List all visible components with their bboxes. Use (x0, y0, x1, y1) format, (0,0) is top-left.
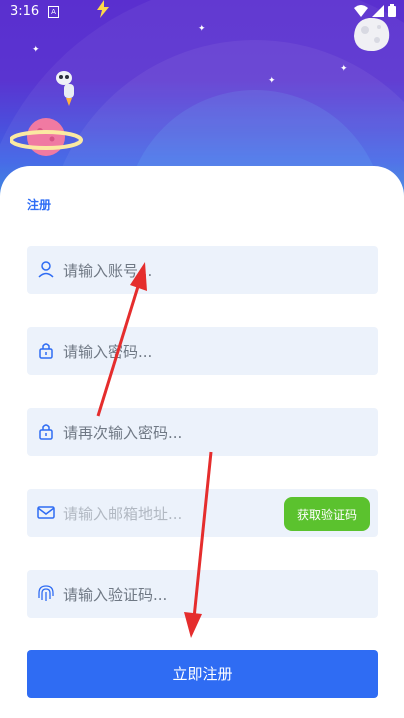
code-placeholder: 请输入验证码... (63, 586, 168, 604)
password-placeholder: 请输入密码... (63, 343, 153, 361)
fingerprint-icon (38, 585, 54, 601)
email-input[interactable]: 请输入邮箱地址... 获取验证码 (27, 489, 378, 537)
rocket-icon (56, 71, 74, 106)
star-icon: ✦ (198, 24, 206, 34)
page-title: 注册 (27, 198, 52, 212)
register-button[interactable]: 立即注册 (27, 650, 378, 698)
status-icons (353, 4, 396, 21)
code-input[interactable]: 请输入验证码... (27, 570, 378, 618)
lock-icon (39, 424, 53, 440)
signal-icon (371, 5, 384, 17)
user-icon (38, 261, 54, 278)
account-placeholder: 请输入账号... (63, 262, 153, 280)
star-icon: ✦ (32, 45, 40, 55)
status-bar: 3:16 A (0, 0, 404, 24)
sim-icon: A (48, 6, 59, 18)
star-icon: ✦ (268, 76, 276, 86)
password-input[interactable]: 请输入密码... (27, 327, 378, 375)
lightning-icon (97, 0, 109, 18)
account-input[interactable]: 请输入账号... (27, 246, 378, 294)
email-placeholder: 请输入邮箱地址... (63, 505, 183, 523)
wifi-icon (353, 5, 368, 17)
mail-icon (37, 506, 55, 519)
get-code-button[interactable]: 获取验证码 (284, 497, 370, 531)
planet-icon (10, 118, 83, 156)
status-time: 3:16 (10, 4, 40, 19)
star-icon: ✦ (340, 64, 348, 74)
lock-icon (39, 343, 53, 359)
password-confirm-input[interactable]: 请再次输入密码... (27, 408, 378, 456)
password-confirm-placeholder: 请再次输入密码... (63, 424, 183, 442)
battery-icon (388, 4, 396, 17)
